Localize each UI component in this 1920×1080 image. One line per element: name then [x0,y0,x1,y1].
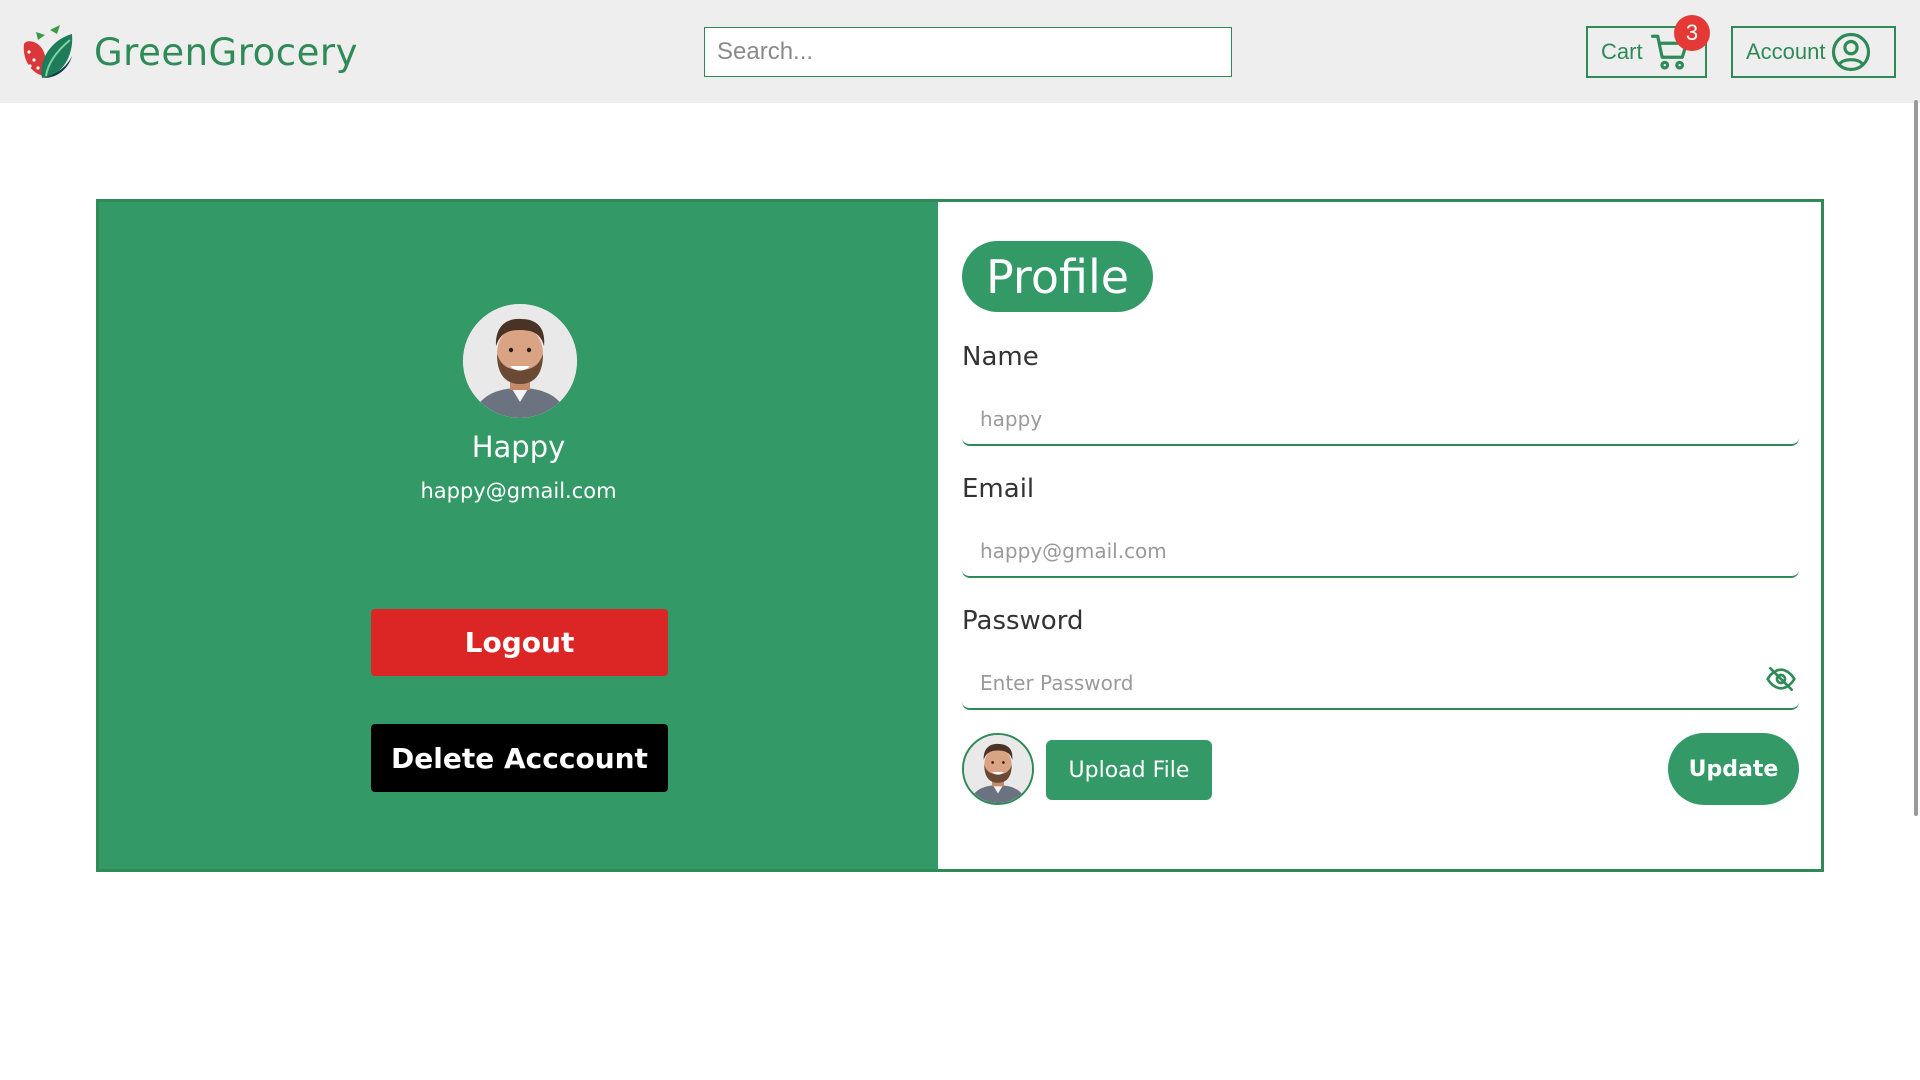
page-title: Profile [962,241,1154,312]
account-button[interactable]: Account [1731,26,1896,78]
upload-file-button[interactable]: Upload File [1046,740,1212,800]
top-header: GreenGrocery Cart 3 Account [0,0,1920,103]
update-button[interactable]: Update [1668,733,1799,805]
password-label: Password [962,606,1084,636]
cart-label: Cart [1601,39,1643,64]
avatar-photo [964,735,1032,803]
logout-button[interactable]: Logout [371,609,668,676]
avatar-photo [463,304,577,418]
strawberry-leaf-logo-icon [23,25,73,78]
name-field[interactable] [962,394,1799,446]
brand-name: GreenGrocery [94,30,358,74]
page-scrollbar[interactable] [1914,100,1918,816]
user-name: Happy [471,430,566,464]
name-label: Name [962,342,1039,372]
password-field[interactable] [962,658,1799,710]
search-input[interactable] [704,27,1232,77]
eye-off-icon[interactable] [1765,663,1797,695]
delete-account-button[interactable]: Delete Acccount [371,724,668,792]
email-field[interactable] [962,526,1799,578]
profile-card: Happy happy@gmail.com Logout Delete Accc… [96,199,1824,872]
user-circle-icon [1831,32,1870,72]
user-summary-panel: Happy happy@gmail.com Logout Delete Accc… [99,202,938,869]
account-label: Account [1746,39,1826,64]
user-email: happy@gmail.com [420,479,617,503]
upload-preview-avatar [962,733,1034,805]
cart-count-badge: 3 [1674,15,1710,51]
profile-form-panel: Profile Name Email Password [938,202,1821,869]
email-label: Email [962,474,1035,504]
avatar [463,304,577,418]
brand[interactable]: GreenGrocery [16,22,358,82]
